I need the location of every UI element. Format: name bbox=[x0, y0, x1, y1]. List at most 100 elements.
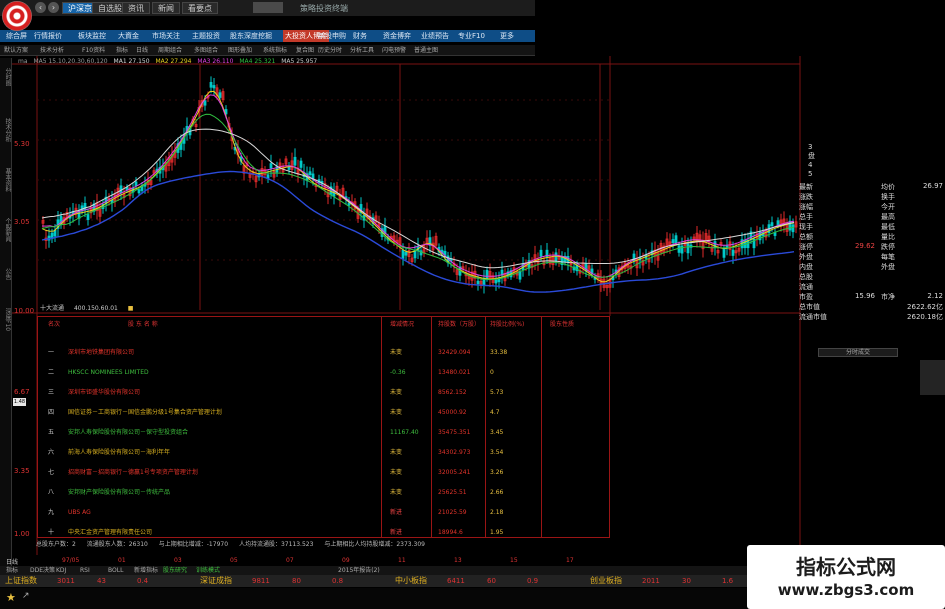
panel-scroll-stub[interactable] bbox=[920, 360, 945, 395]
tab-indicator[interactable]: 股东研究 bbox=[163, 566, 187, 575]
header-pct: 持股比例(%) bbox=[490, 321, 525, 328]
price-label: 6.67 bbox=[14, 388, 30, 396]
candlestick bbox=[695, 226, 699, 248]
cell-shares: 8562.152 bbox=[438, 389, 467, 396]
sidebar-item-stock-news[interactable]: 个股新闻 bbox=[1, 218, 11, 242]
quote-label: 涨幅 bbox=[799, 203, 813, 211]
table-row[interactable]: 八 安邦财产保险股份有限公司－传统产品 未变 25625.51 2.66 bbox=[38, 487, 609, 499]
quote-label: 流通 bbox=[799, 283, 813, 291]
index-name[interactable]: 中小板指 bbox=[395, 575, 427, 587]
watermark-title: 指标公式网 bbox=[796, 555, 896, 579]
index-name[interactable]: 上证指数 bbox=[5, 575, 37, 587]
candlestick bbox=[404, 247, 408, 261]
cell-shares: 45000.92 bbox=[438, 409, 467, 416]
sidebar-item-deep-f10[interactable]: 深度F10 bbox=[1, 308, 11, 331]
cell-rank: 九 bbox=[48, 509, 55, 516]
tab-indicator[interactable]: 新增指标 bbox=[134, 566, 158, 575]
table-row[interactable]: 四 国信证券－工商银行－国信金鹏分级1号集合资产管理计划 未变 45000.92 4.7 bbox=[38, 407, 609, 419]
candlestick bbox=[482, 269, 486, 294]
candlestick bbox=[332, 182, 336, 205]
quote-label: 每笔 bbox=[881, 253, 895, 261]
cell-name: 中央汇金资产管理有限责任公司 bbox=[68, 529, 153, 536]
table-row[interactable]: 二 HKSCC NOMINEES LIMITED -0.36 13480.021 0 bbox=[38, 367, 609, 379]
candlestick bbox=[179, 134, 183, 158]
cell-rank: 七 bbox=[48, 469, 55, 476]
quote-label: 总手 bbox=[799, 213, 813, 221]
cell-change: 未变 bbox=[390, 469, 403, 476]
quote-value: 15.96 bbox=[854, 292, 875, 300]
tab-indicator[interactable]: 指标 bbox=[6, 566, 18, 575]
candlestick bbox=[365, 202, 369, 222]
sidebar-item-basic-info[interactable]: 基本资料 bbox=[1, 168, 11, 192]
candlestick bbox=[473, 263, 477, 286]
sidebar-item-intraday[interactable]: 分时图 bbox=[1, 68, 11, 86]
cell-name: 深圳市地铁集团有限公司 bbox=[68, 349, 135, 356]
quote-row: 涨幅 今开 bbox=[797, 202, 945, 212]
cell-change: 未变 bbox=[390, 409, 403, 416]
table-row[interactable]: 三 深圳市钜盛华股份有限公司 未变 8562.152 5.73 bbox=[38, 387, 609, 399]
table-row[interactable]: 六 前海人寿保险股份有限公司－海利年年 未变 34302.973 3.54 bbox=[38, 447, 609, 459]
price-label: 3.05 bbox=[14, 218, 30, 226]
cell-shares: 34302.973 bbox=[438, 449, 471, 456]
cell-name: 国信证券－工商银行－国信金鹏分级1号集合资产管理计划 bbox=[68, 409, 222, 416]
price-label: 5.30 bbox=[14, 140, 30, 148]
cell-pct: 2.18 bbox=[490, 509, 504, 516]
tab-indicator[interactable]: DDE决策 bbox=[30, 566, 55, 575]
marker-icon: ■ bbox=[127, 305, 134, 312]
candlestick bbox=[422, 241, 426, 258]
candlestick bbox=[221, 88, 225, 103]
star-icon[interactable]: ★ bbox=[6, 591, 16, 604]
table-row[interactable]: 十 中央汇金资产管理有限责任公司 新进 18994.6 1.95 bbox=[38, 527, 609, 539]
tick-trades-button[interactable]: 分时成交 bbox=[818, 348, 898, 357]
quote-row: 总股 bbox=[797, 272, 945, 282]
table-row[interactable]: 七 招商财富－招商银行－德赢1号专项资产管理计划 未变 32005.241 3.26 bbox=[38, 467, 609, 479]
index-value: 43 bbox=[97, 577, 106, 585]
quote-row: 外盘 每笔 bbox=[797, 252, 945, 262]
header-nature: 股东性质 bbox=[550, 321, 575, 328]
sidebar-item-announcement[interactable]: 公告 bbox=[1, 268, 11, 280]
cell-rank: 十 bbox=[48, 529, 55, 536]
cell-name: 招商财富－招商银行－德赢1号专项资产管理计划 bbox=[68, 469, 198, 476]
date-label: 05 bbox=[230, 557, 238, 564]
candlestick bbox=[701, 231, 705, 258]
tab-indicator[interactable]: 训练模式 bbox=[196, 566, 220, 575]
summary-float-holders: 流通股东人数：26310 bbox=[86, 541, 148, 548]
arrow-icon[interactable]: ↗ bbox=[22, 591, 30, 601]
legend-ma5: MA5 25.957 bbox=[281, 58, 318, 65]
quote-label: 总市值 bbox=[799, 303, 820, 311]
cell-rank: 八 bbox=[48, 489, 55, 496]
app-logo bbox=[2, 1, 32, 31]
cell-name: 安邦人寿保险股份有限公司－保守型投资组合 bbox=[68, 429, 189, 436]
table-row[interactable]: 五 安邦人寿保险股份有限公司－保守型投资组合 11167.40 35475.351 3.… bbox=[38, 427, 609, 439]
index-value: 80 bbox=[292, 577, 301, 585]
quote-value: 2620.18亿 bbox=[907, 313, 943, 321]
ten-holders-marker[interactable]: 十大流通 400.150.60.01 ■ bbox=[40, 303, 141, 312]
candlestick bbox=[605, 277, 609, 297]
header-name: 股 东 名 称 bbox=[128, 321, 158, 328]
quote-label: 市盈 bbox=[799, 293, 813, 301]
header-change: 增减情况 bbox=[390, 321, 415, 328]
candlestick bbox=[299, 157, 303, 171]
cell-pct: 2.66 bbox=[490, 489, 504, 496]
index-name[interactable]: 深证成指 bbox=[200, 575, 232, 587]
tab-indicator[interactable]: RSI bbox=[80, 566, 90, 575]
date-label: 03 bbox=[174, 557, 182, 564]
index-name[interactable]: 创业板指 bbox=[590, 575, 622, 587]
candlestick bbox=[209, 76, 213, 94]
sidebar-item-technical[interactable]: 技术分析 bbox=[1, 118, 11, 142]
date-label: 17 bbox=[566, 557, 574, 564]
tab-indicator[interactable]: KDJ bbox=[56, 566, 66, 575]
cell-pct: 3.45 bbox=[490, 429, 504, 436]
watermark: 指标公式网 www.zbgs3.com bbox=[747, 545, 945, 609]
candlestick bbox=[494, 272, 498, 291]
quote-label: 最新 bbox=[799, 183, 813, 191]
tab-indicator[interactable]: 2015年报告(2) bbox=[338, 566, 380, 575]
table-row[interactable]: 九 UBS AG 新进 21025.59 2.18 bbox=[38, 507, 609, 519]
summary-avg-change: 与上期相比人均持股增减：2373.309 bbox=[324, 541, 425, 548]
cell-rank: 五 bbox=[48, 429, 55, 436]
cell-rank: 四 bbox=[48, 409, 55, 416]
cell-shares: 35475.351 bbox=[438, 429, 471, 436]
legend-ma4: MA4 25.321 bbox=[239, 58, 276, 65]
tab-indicator[interactable]: BOLL bbox=[108, 566, 123, 575]
table-row[interactable]: 一 深圳市地铁集团有限公司 未变 32429.094 33.38 bbox=[38, 347, 609, 359]
